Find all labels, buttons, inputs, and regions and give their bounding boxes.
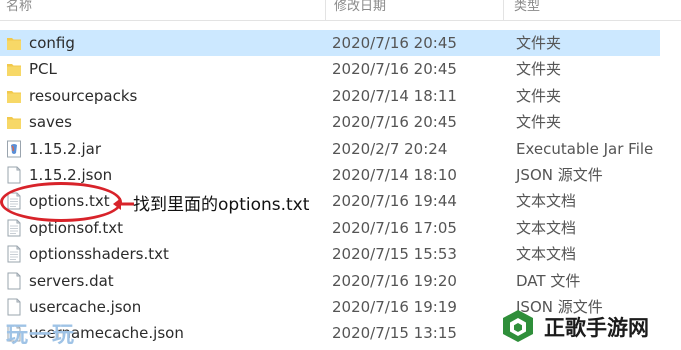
watermark-right-text: 正歌手游网 bbox=[544, 316, 649, 340]
watermark-right: 正歌手游网 bbox=[500, 306, 678, 346]
file-name: usercache.json bbox=[29, 297, 142, 316]
file-icon bbox=[6, 272, 22, 290]
file-name: optionsshaders.txt bbox=[29, 245, 169, 264]
file-row[interactable]: optionsshaders.txt 2020/7/15 15:53 文本文档 bbox=[0, 241, 660, 267]
file-row[interactable]: saves 2020/7/16 20:45 文件夹 bbox=[0, 109, 660, 135]
folder-icon bbox=[6, 87, 22, 105]
text-file-icon bbox=[6, 245, 22, 263]
json-file-icon bbox=[6, 166, 22, 184]
watermark-left: 玩一玩 bbox=[6, 323, 76, 348]
file-type: JSON 源文件 bbox=[516, 165, 603, 184]
file-row[interactable]: config 2020/7/16 20:45 文件夹 bbox=[0, 30, 660, 57]
file-row[interactable]: optionsof.txt 2020/7/16 17:05 文本文档 bbox=[0, 215, 660, 241]
file-type: DAT 文件 bbox=[516, 271, 581, 290]
folder-icon bbox=[6, 60, 22, 78]
file-date: 2020/7/15 13:15 bbox=[332, 324, 457, 343]
site-logo-icon bbox=[503, 310, 533, 342]
file-row[interactable]: PCL 2020/7/16 20:45 文件夹 bbox=[0, 56, 660, 82]
json-file-icon bbox=[6, 298, 22, 316]
file-date: 2020/7/14 18:10 bbox=[332, 165, 457, 184]
file-date: 2020/7/16 20:45 bbox=[332, 60, 457, 79]
file-name: 1.15.2.jar bbox=[29, 139, 102, 158]
annotation-circle bbox=[0, 182, 122, 222]
file-row[interactable]: resourcepacks 2020/7/14 18:11 文件夹 bbox=[0, 83, 660, 109]
file-type: 文本文档 bbox=[516, 245, 577, 264]
column-header-type[interactable]: 类型 bbox=[504, 0, 681, 20]
file-date: 2020/7/16 17:05 bbox=[332, 218, 457, 237]
folder-icon bbox=[6, 113, 22, 131]
file-type: 文件夹 bbox=[516, 113, 562, 132]
file-row[interactable]: servers.dat 2020/7/16 19:20 DAT 文件 bbox=[0, 268, 660, 294]
file-type: 文件夹 bbox=[516, 86, 562, 105]
file-type: 文本文档 bbox=[516, 218, 577, 237]
file-date: 2020/7/16 19:19 bbox=[332, 297, 457, 316]
file-date: 2020/7/16 20:45 bbox=[332, 113, 457, 132]
jar-icon bbox=[6, 140, 22, 158]
file-row[interactable]: 1.15.2.json 2020/7/14 18:10 JSON 源文件 bbox=[0, 162, 660, 188]
file-date: 2020/7/16 20:45 bbox=[332, 34, 457, 52]
file-name: saves bbox=[29, 113, 72, 132]
file-date: 2020/7/15 15:53 bbox=[332, 245, 457, 264]
file-name: config bbox=[29, 34, 75, 52]
text-file-icon bbox=[6, 219, 22, 237]
file-type: 文本文档 bbox=[516, 192, 577, 211]
file-type: Executable Jar File bbox=[516, 139, 654, 158]
folder-icon bbox=[6, 34, 22, 52]
column-header-bar: 名称 修改日期 类型 bbox=[0, 0, 681, 21]
file-date: 2020/7/16 19:20 bbox=[332, 271, 457, 290]
column-header-name[interactable]: 名称 bbox=[0, 0, 326, 20]
file-row[interactable]: 1.15.2.jar 2020/2/7 20:24 Executable Jar F… bbox=[0, 136, 660, 162]
file-name: resourcepacks bbox=[29, 86, 138, 105]
annotation-text: 找到里面的options.txt bbox=[133, 195, 310, 215]
file-name: servers.dat bbox=[29, 271, 114, 290]
file-date: 2020/2/7 20:24 bbox=[332, 139, 448, 158]
file-type: 文件夹 bbox=[516, 34, 562, 52]
file-date: 2020/7/14 18:11 bbox=[332, 86, 457, 105]
file-date: 2020/7/16 19:44 bbox=[332, 192, 457, 211]
file-name: PCL bbox=[29, 60, 57, 79]
file-type: 文件夹 bbox=[516, 60, 562, 79]
column-header-date[interactable]: 修改日期 bbox=[326, 0, 504, 20]
